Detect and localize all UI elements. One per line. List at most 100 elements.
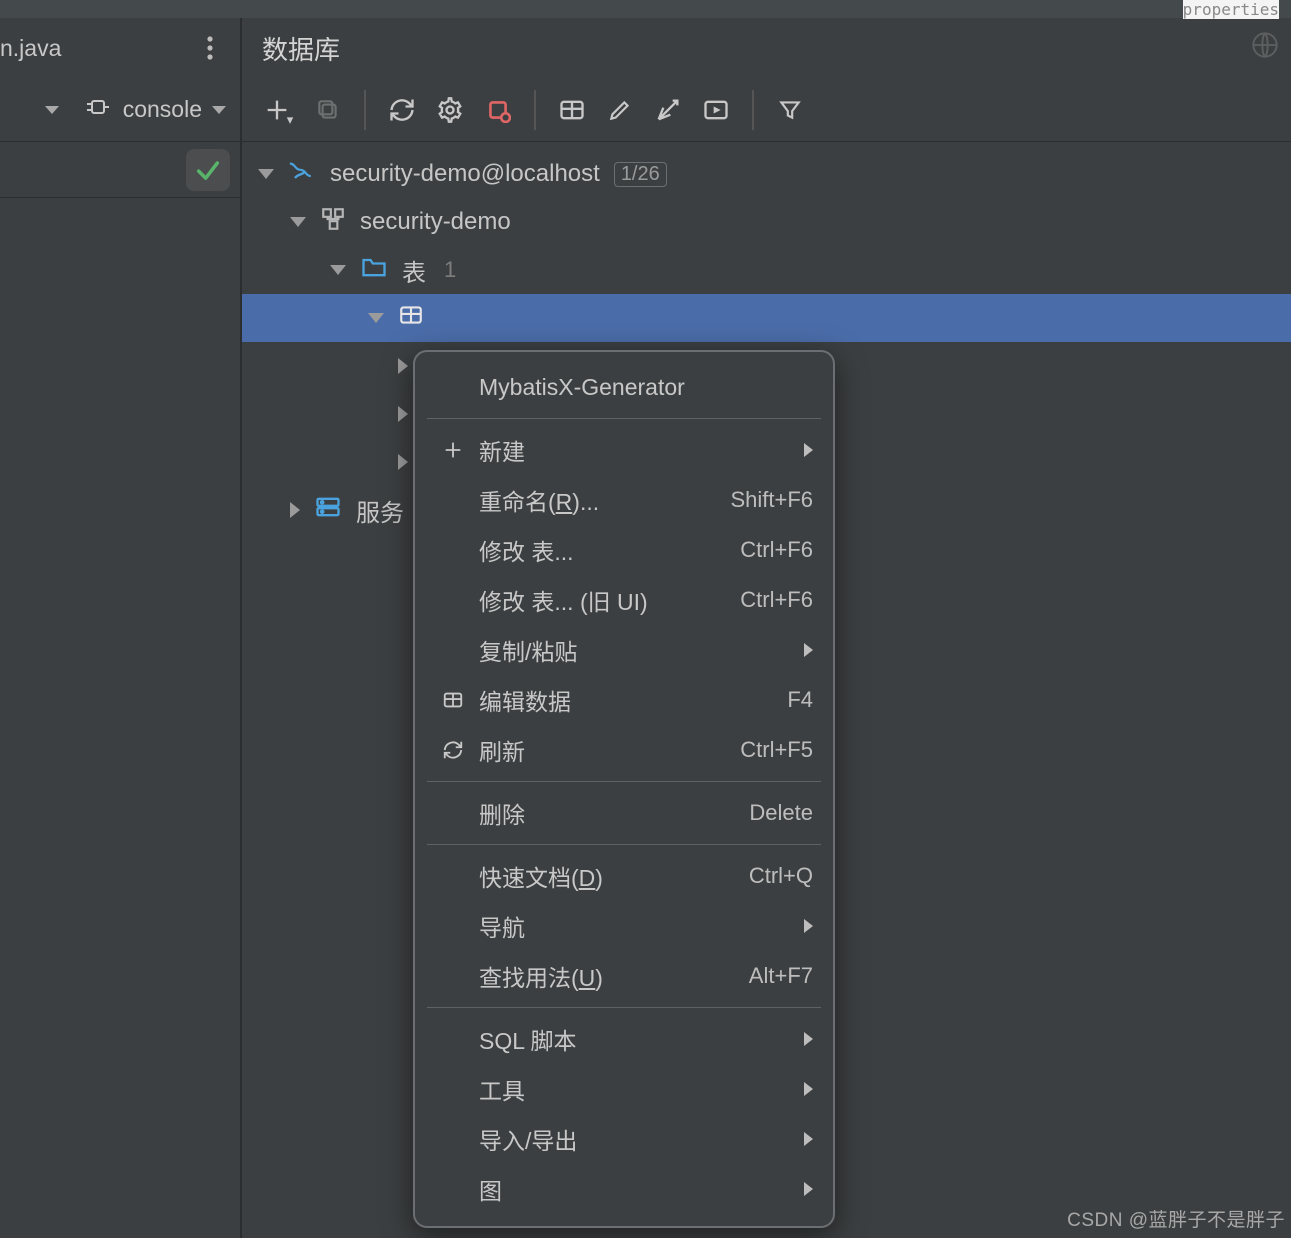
tree-datasource[interactable]: security-demo@localhost 1/26 (242, 150, 1291, 198)
datasource-label: security-demo@localhost (330, 160, 600, 188)
console-label: console (123, 96, 202, 123)
menu-item-shortcut: Shift+F6 (730, 487, 813, 513)
grid-button[interactable] (550, 88, 594, 132)
chevron-down-icon (212, 106, 226, 114)
submenu-arrow-icon (804, 1132, 813, 1146)
expand-icon[interactable] (398, 406, 408, 422)
toolbar-separator (364, 90, 366, 130)
tree-table-selected[interactable] (242, 294, 1291, 342)
menu-item[interactable]: SQL 脚本 (415, 1014, 833, 1064)
tables-label: 表 (402, 253, 426, 288)
tree-schema[interactable]: security-demo (242, 198, 1291, 246)
menu-item-label: 删除 (471, 796, 749, 830)
copy-button[interactable] (306, 88, 350, 132)
menu-item-label: 导航 (471, 909, 804, 943)
submenu-arrow-icon (804, 1082, 813, 1096)
menu-item-label: SQL 脚本 (471, 1022, 804, 1056)
menu-item[interactable]: 复制/粘贴 (415, 625, 833, 675)
filter-button[interactable] (768, 88, 812, 132)
left-chevron-icon[interactable] (45, 106, 59, 114)
menu-item-label: 修改 表... (旧 UI) (471, 583, 740, 617)
menu-item-label: 重命名(R)... (471, 483, 730, 517)
refresh-icon (435, 739, 471, 761)
schema-icon (320, 206, 346, 239)
top-right-tag: properties (1183, 0, 1279, 19)
menu-item-label: 新建 (471, 433, 804, 467)
submenu-arrow-icon (804, 919, 813, 933)
menu-item-label: 刷新 (471, 733, 740, 767)
tables-count: 1 (444, 257, 456, 283)
tree-tables-group[interactable]: 表 1 (242, 246, 1291, 294)
expand-icon[interactable] (258, 169, 274, 179)
editor-tab-more-icon[interactable] (196, 35, 224, 61)
plus-icon (435, 439, 471, 461)
submenu-arrow-icon (804, 1032, 813, 1046)
stop-button[interactable] (476, 88, 520, 132)
expand-icon[interactable] (368, 313, 384, 323)
menu-item-label: 导入/导出 (471, 1122, 804, 1156)
settings-button[interactable] (428, 88, 472, 132)
menu-item[interactable]: 导航 (415, 901, 833, 951)
window-title-bar (0, 0, 1291, 18)
add-button[interactable]: ▾ (258, 88, 302, 132)
menu-separator (427, 1007, 821, 1008)
menu-item[interactable]: 工具 (415, 1064, 833, 1114)
menu-item[interactable]: 重命名(R)...Shift+F6 (415, 475, 833, 525)
submenu-arrow-icon (804, 1182, 813, 1196)
expand-icon[interactable] (398, 454, 408, 470)
menu-item[interactable]: 新建 (415, 425, 833, 475)
menu-item-label: 修改 表... (471, 533, 740, 567)
menu-item-shortcut: Alt+F7 (749, 963, 813, 989)
menu-item-label: 工具 (471, 1072, 804, 1106)
submenu-arrow-icon (804, 443, 813, 457)
menu-item-shortcut: Ctrl+F6 (740, 587, 813, 613)
menu-item-label: 编辑数据 (471, 683, 787, 717)
expand-icon[interactable] (290, 217, 306, 227)
menu-item[interactable]: 查找用法(U)Alt+F7 (415, 951, 833, 1001)
refresh-button[interactable] (380, 88, 424, 132)
editor-tab-filename[interactable]: n.java (0, 35, 61, 62)
menu-separator (427, 418, 821, 419)
preview-button[interactable] (694, 88, 738, 132)
watermark: CSDN @蓝胖子不是胖子 (1067, 1205, 1285, 1232)
menu-item[interactable]: MybatisX-Generator (415, 362, 833, 412)
menu-item-shortcut: Ctrl+F5 (740, 737, 813, 763)
menu-item-label: 查找用法(U) (471, 959, 749, 993)
menu-item-shortcut: Delete (749, 800, 813, 826)
schema-label: security-demo (360, 208, 511, 236)
jump-to-source-button[interactable] (646, 88, 690, 132)
globe-icon[interactable] (1251, 31, 1279, 66)
submenu-arrow-icon (804, 643, 813, 657)
services-label: 服务 (356, 493, 404, 528)
context-menu: MybatisX-Generator新建重命名(R)...Shift+F6修改 … (413, 350, 835, 1228)
menu-separator (427, 781, 821, 782)
status-check-icon[interactable] (186, 149, 230, 191)
menu-separator (427, 844, 821, 845)
menu-item-label: 快速文档(D) (471, 859, 749, 893)
menu-item-label: MybatisX-Generator (471, 374, 813, 401)
toolbar-separator (752, 90, 754, 130)
menu-item-label: 复制/粘贴 (471, 633, 804, 667)
table-icon (398, 302, 424, 335)
edit-button[interactable] (598, 88, 642, 132)
server-icon (314, 495, 342, 526)
menu-item-label: 图 (471, 1172, 804, 1206)
menu-item[interactable]: 编辑数据F4 (415, 675, 833, 725)
expand-icon[interactable] (330, 265, 346, 275)
menu-item-shortcut: Ctrl+Q (749, 863, 813, 889)
expand-icon[interactable] (290, 502, 300, 518)
menu-item[interactable]: 导入/导出 (415, 1114, 833, 1164)
folder-icon (360, 255, 388, 286)
plug-icon (83, 96, 113, 124)
datasource-badge: 1/26 (614, 162, 667, 187)
menu-item-shortcut: Ctrl+F6 (740, 537, 813, 563)
expand-icon[interactable] (398, 358, 408, 374)
datasource-icon (288, 157, 316, 192)
console-button[interactable]: console (83, 96, 226, 124)
menu-item[interactable]: 删除Delete (415, 788, 833, 838)
menu-item[interactable]: 修改 表... (旧 UI)Ctrl+F6 (415, 575, 833, 625)
menu-item[interactable]: 快速文档(D)Ctrl+Q (415, 851, 833, 901)
menu-item[interactable]: 刷新Ctrl+F5 (415, 725, 833, 775)
menu-item[interactable]: 修改 表...Ctrl+F6 (415, 525, 833, 575)
menu-item[interactable]: 图 (415, 1164, 833, 1214)
